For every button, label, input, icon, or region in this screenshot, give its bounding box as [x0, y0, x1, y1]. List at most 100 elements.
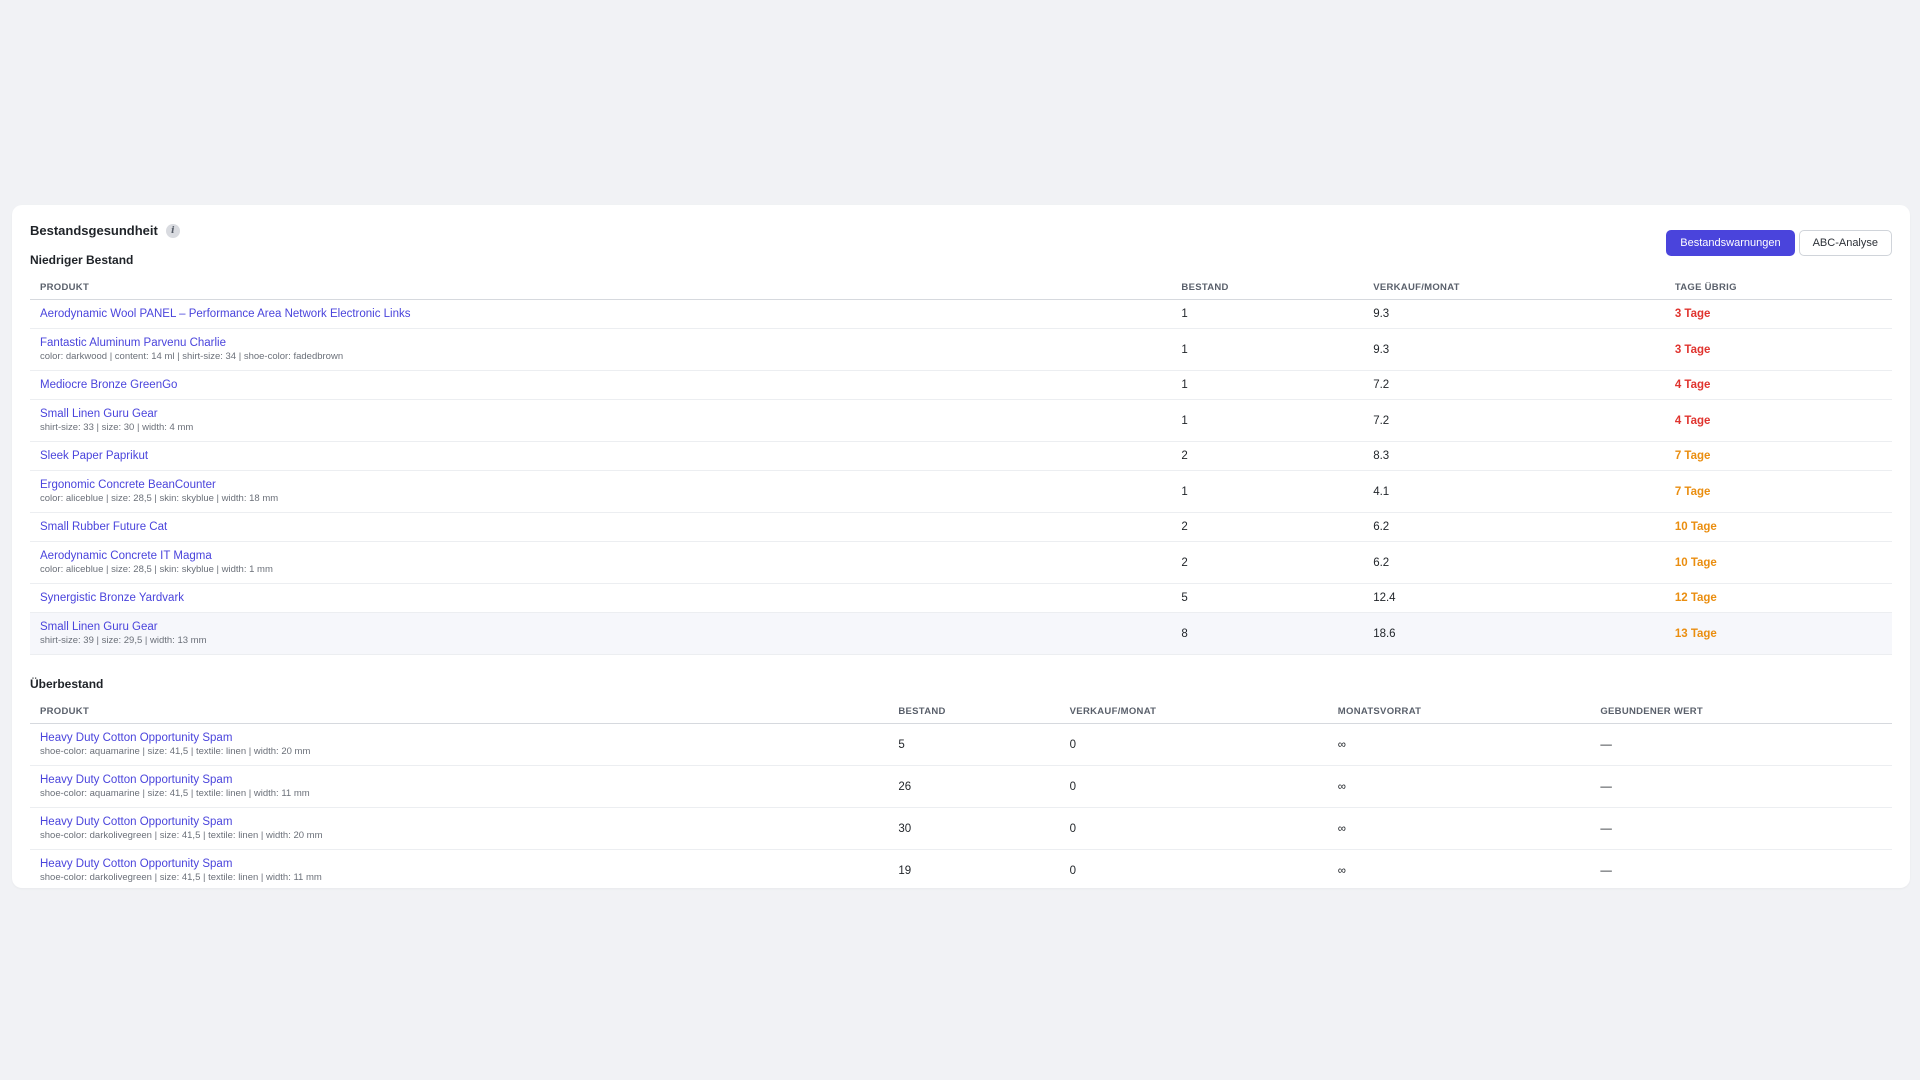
sales-cell: 0 [1059, 723, 1328, 766]
product-variant: shirt-size: 33 | size: 30 | width: 4 mm [40, 422, 194, 433]
stock-cell: 26 [888, 765, 1060, 808]
stock-cell: 1 [1171, 328, 1364, 371]
inventory-health-card: Bestandsgesundheit i Bestandswarnungen A… [12, 205, 1910, 888]
product-cell: Ergonomic Concrete BeanCounter color: ali… [30, 470, 1172, 513]
product-variant: color: aliceblue | size: 28,5 | skin: sk… [40, 493, 279, 504]
days-left-cell: 3 Tage [1664, 328, 1892, 371]
product-cell: Mediocre Bronze GreenGo [30, 370, 1172, 400]
product-variant: shirt-size: 39 | size: 29,5 | width: 13 … [40, 635, 207, 646]
column-header-product[interactable]: PRODUKT [30, 699, 889, 724]
column-header-stock[interactable]: BESTAND [888, 699, 1060, 724]
stock-cell: 1 [1171, 399, 1364, 442]
tied-value-cell: — [1590, 807, 1892, 850]
stock-cell: 5 [888, 723, 1060, 766]
column-header-sales-per-month[interactable]: VERKAUF/MONAT [1363, 275, 1665, 300]
product-variant: color: darkwood | content: 14 ml | shirt… [40, 351, 344, 362]
tied-value-cell: — [1590, 849, 1892, 888]
low-stock-body: Aerodynamic Wool PANEL – Performance Are… [30, 299, 1892, 655]
stock-cell: 1 [1171, 370, 1364, 400]
stock-cell: 8 [1171, 612, 1364, 655]
days-left-cell: 13 Tage [1664, 612, 1892, 655]
stock-cell: 30 [888, 807, 1060, 850]
stock-cell: 2 [1171, 441, 1364, 471]
table-row[interactable]: Heavy Duty Cotton Opportunity Spam shoe-c… [30, 849, 1892, 888]
column-header-tied-value[interactable]: GEBUNDENER WERT [1590, 699, 1892, 724]
table-row[interactable]: Aerodynamic Wool PANEL – Performance Are… [30, 299, 1892, 329]
table-row[interactable]: Aerodynamic Concrete IT Magma color: alic… [30, 541, 1892, 584]
column-header-product[interactable]: PRODUKT [30, 275, 1172, 300]
sales-cell: 8.3 [1363, 441, 1665, 471]
table-row[interactable]: Heavy Duty Cotton Opportunity Spam shoe-c… [30, 765, 1892, 808]
days-left-cell: 3 Tage [1664, 299, 1892, 329]
product-cell: Small Linen Guru Gear shirt-size: 39 | si… [30, 612, 1172, 655]
product-variant: shoe-color: darkolivegreen | size: 41,5 … [40, 830, 323, 841]
sales-cell: 0 [1059, 765, 1328, 808]
product-link[interactable]: Aerodynamic Wool PANEL – Performance Are… [40, 307, 1161, 321]
low-stock-section: Niedriger Bestand PRODUKT BESTAND VERKAU… [30, 253, 1892, 655]
product-link[interactable]: Fantastic Aluminum Parvenu Charlie [40, 336, 1161, 350]
column-header-stock[interactable]: BESTAND [1171, 275, 1364, 300]
product-variant: shoe-color: darkolivegreen | size: 41,5 … [40, 872, 322, 883]
overstock-header-row: PRODUKT BESTAND VERKAUF/MONAT MONATSVORR… [30, 699, 1892, 724]
product-link[interactable]: Small Rubber Future Cat [40, 520, 1161, 534]
product-link[interactable]: Heavy Duty Cotton Opportunity Spam [40, 857, 878, 871]
stock-cell: 1 [1171, 470, 1364, 513]
stock-cell: 2 [1171, 512, 1364, 542]
product-cell: Sleek Paper Paprikut [30, 441, 1172, 471]
product-link[interactable]: Ergonomic Concrete BeanCounter [40, 478, 1161, 492]
product-link[interactable]: Small Linen Guru Gear [40, 620, 1161, 634]
card-title: Bestandsgesundheit [30, 223, 158, 238]
product-cell: Heavy Duty Cotton Opportunity Spam shoe-c… [30, 765, 889, 808]
info-icon[interactable]: i [165, 223, 180, 238]
product-link[interactable]: Heavy Duty Cotton Opportunity Spam [40, 731, 878, 745]
product-cell: Heavy Duty Cotton Opportunity Spam shoe-c… [30, 849, 889, 888]
column-header-sales-per-month[interactable]: VERKAUF/MONAT [1059, 699, 1328, 724]
stock-cell: 5 [1171, 583, 1364, 613]
overstock-title: Überbestand [30, 677, 104, 691]
days-left-cell: 10 Tage [1664, 541, 1892, 584]
product-cell: Aerodynamic Wool PANEL – Performance Are… [30, 299, 1172, 329]
sales-cell: 6.2 [1363, 512, 1665, 542]
stock-cell: 1 [1171, 299, 1364, 329]
product-link[interactable]: Mediocre Bronze GreenGo [40, 378, 1161, 392]
table-row[interactable]: Heavy Duty Cotton Opportunity Spam shoe-c… [30, 723, 1892, 766]
months-supply-cell: ∞ [1327, 807, 1591, 850]
low-stock-header-row: PRODUKT BESTAND VERKAUF/MONAT TAGE ÜBRIG [30, 275, 1892, 300]
table-row[interactable]: Heavy Duty Cotton Opportunity Spam shoe-c… [30, 807, 1892, 850]
days-left-cell: 7 Tage [1664, 470, 1892, 513]
sales-cell: 0 [1059, 807, 1328, 850]
table-row[interactable]: Small Linen Guru Gear shirt-size: 33 | si… [30, 399, 1892, 442]
table-row[interactable]: Small Rubber Future Cat 2 6.2 10 Tage [30, 512, 1892, 542]
product-cell: Synergistic Bronze Yardvark [30, 583, 1172, 613]
product-cell: Small Rubber Future Cat [30, 512, 1172, 542]
sales-cell: 6.2 [1363, 541, 1665, 584]
table-row[interactable]: Synergistic Bronze Yardvark 5 12.4 12 Tage [30, 583, 1892, 613]
days-left-cell: 10 Tage [1664, 512, 1892, 542]
product-link[interactable]: Sleek Paper Paprikut [40, 449, 1161, 463]
product-link[interactable]: Synergistic Bronze Yardvark [40, 591, 1161, 605]
tab-abc-analysis[interactable]: ABC-Analyse [1798, 230, 1892, 256]
tab-stock-warnings[interactable]: Bestandswarnungen [1666, 230, 1795, 256]
product-cell: Small Linen Guru Gear shirt-size: 33 | si… [30, 399, 1172, 442]
product-link[interactable]: Heavy Duty Cotton Opportunity Spam [40, 773, 878, 787]
sales-cell: 7.2 [1363, 399, 1665, 442]
product-variant: shoe-color: aquamarine | size: 41,5 | te… [40, 788, 310, 799]
months-supply-cell: ∞ [1327, 849, 1591, 888]
column-header-months-supply[interactable]: MONATSVORRAT [1327, 699, 1591, 724]
months-supply-cell: ∞ [1327, 723, 1591, 766]
sales-cell: 9.3 [1363, 328, 1665, 371]
table-row[interactable]: Ergonomic Concrete BeanCounter color: ali… [30, 470, 1892, 513]
table-row[interactable]: Fantastic Aluminum Parvenu Charlie color:… [30, 328, 1892, 371]
days-left-cell: 4 Tage [1664, 399, 1892, 442]
product-link[interactable]: Small Linen Guru Gear [40, 407, 1161, 421]
table-row[interactable]: Mediocre Bronze GreenGo 1 7.2 4 Tage [30, 370, 1892, 400]
product-link[interactable]: Heavy Duty Cotton Opportunity Spam [40, 815, 878, 829]
low-stock-table: PRODUKT BESTAND VERKAUF/MONAT TAGE ÜBRIG… [30, 275, 1892, 655]
product-cell: Aerodynamic Concrete IT Magma color: alic… [30, 541, 1172, 584]
column-header-days-left[interactable]: TAGE ÜBRIG [1664, 275, 1892, 300]
days-left-cell: 7 Tage [1664, 441, 1892, 471]
product-link[interactable]: Aerodynamic Concrete IT Magma [40, 549, 1161, 563]
table-row[interactable]: Sleek Paper Paprikut 2 8.3 7 Tage [30, 441, 1892, 471]
table-row[interactable]: Small Linen Guru Gear shirt-size: 39 | si… [30, 612, 1892, 655]
overstock-body: Heavy Duty Cotton Opportunity Spam shoe-c… [30, 723, 1892, 888]
